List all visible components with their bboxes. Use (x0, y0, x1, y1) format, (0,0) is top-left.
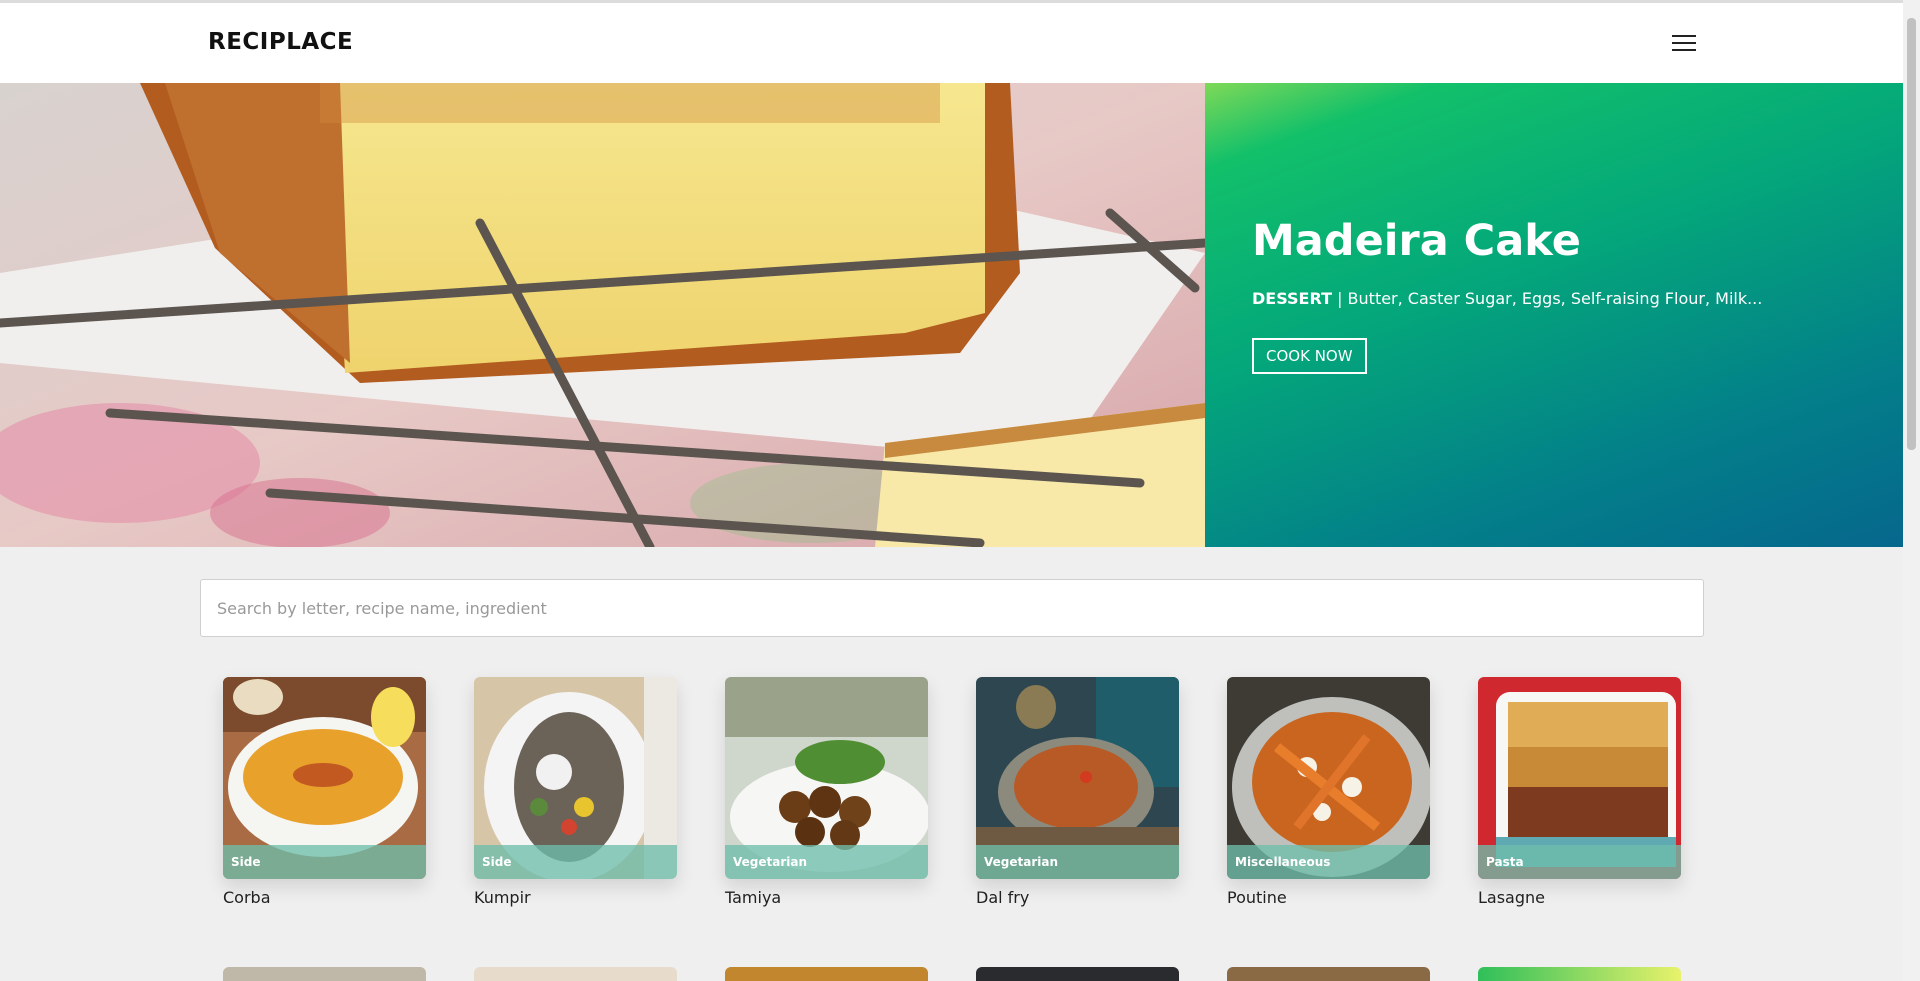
recipe-card-kumpir[interactable]: Side Kumpir (474, 677, 677, 907)
hero-description: DESSERT | Butter, Caster Sugar, Eggs, Se… (1252, 289, 1762, 308)
page-scrollbar[interactable] (1903, 0, 1920, 981)
hero-title: Madeira Cake (1252, 216, 1581, 266)
recipe-image: Vegetarian (725, 677, 928, 879)
recipe-name: Tamiya (725, 888, 782, 907)
recipe-image: Side (223, 677, 426, 879)
recipe-card-dal-fry[interactable]: Vegetarian Dal fry (976, 677, 1179, 907)
brand-logo[interactable]: RECIPLACE (208, 29, 353, 55)
hero-info-panel: Madeira Cake DESSERT | Butter, Caster Su… (1205, 83, 1903, 547)
recipe-card-peek[interactable] (223, 967, 426, 981)
category-tag: Pasta (1478, 845, 1681, 879)
recipe-image: Vegetarian (976, 677, 1179, 879)
scrollbar-thumb[interactable] (1907, 18, 1916, 450)
recipe-card-peek[interactable] (1478, 967, 1681, 981)
recipe-name: Dal fry (976, 888, 1030, 907)
category-tag: Vegetarian (725, 845, 928, 879)
recipe-card-tamiya[interactable]: Vegetarian Tamiya (725, 677, 928, 907)
hero-banner: Madeira Cake DESSERT | Butter, Caster Su… (0, 83, 1903, 547)
recipe-name: Kumpir (474, 888, 531, 907)
hero-separator: | (1331, 289, 1348, 308)
recipe-card-peek[interactable] (725, 967, 928, 981)
recipe-grid-row-2 (223, 967, 1683, 981)
recipe-card-peek[interactable] (1227, 967, 1430, 981)
search-input[interactable] (200, 579, 1704, 637)
recipe-name: Lasagne (1478, 888, 1545, 907)
hamburger-menu-icon[interactable] (1672, 35, 1696, 53)
category-tag: Side (474, 845, 677, 879)
category-tag: Vegetarian (976, 845, 1179, 879)
search-bar (200, 579, 1704, 637)
recipe-card-corba[interactable]: Side Corba (223, 677, 426, 907)
category-tag: Miscellaneous (1227, 845, 1430, 879)
recipe-image: Pasta (1478, 677, 1681, 879)
recipe-image: Side (474, 677, 677, 879)
navbar: RECIPLACE (0, 3, 1903, 83)
hero-image (0, 83, 1205, 547)
category-tag: Side (223, 845, 426, 879)
recipe-name: Poutine (1227, 888, 1287, 907)
hero-category: DESSERT (1252, 289, 1332, 308)
cook-now-button[interactable]: COOK NOW (1252, 338, 1367, 374)
recipe-card-peek[interactable] (474, 967, 677, 981)
hero-ingredients: Butter, Caster Sugar, Eggs, Self-raising… (1347, 289, 1763, 308)
recipe-card-lasagne[interactable]: Pasta Lasagne (1478, 677, 1681, 907)
recipe-card-peek[interactable] (976, 967, 1179, 981)
recipe-name: Corba (223, 888, 271, 907)
recipe-card-poutine[interactable]: Miscellaneous Poutine (1227, 677, 1430, 907)
recipe-image: Miscellaneous (1227, 677, 1430, 879)
